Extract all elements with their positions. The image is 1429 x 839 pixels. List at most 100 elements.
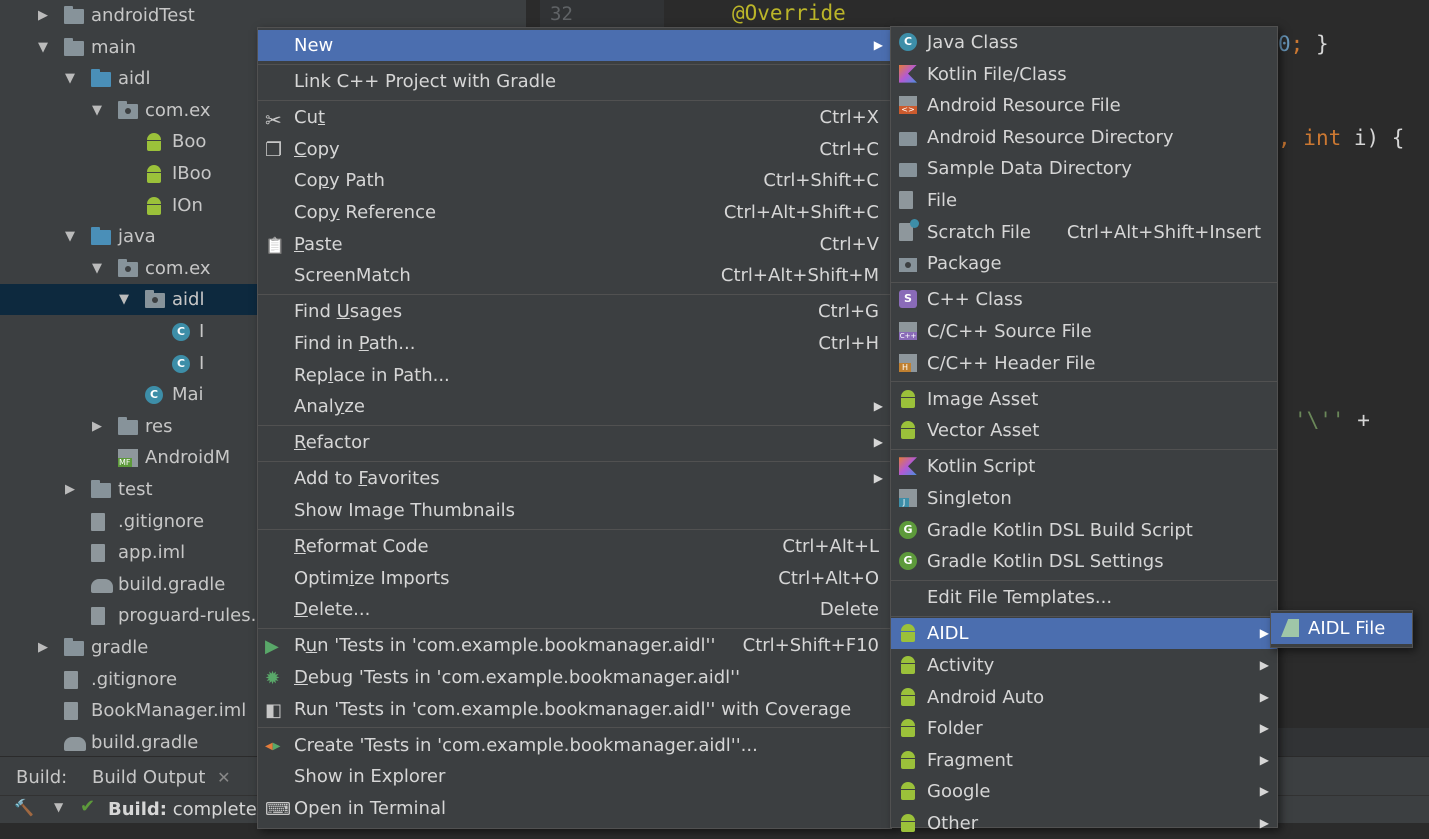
menu-item-label: C/C++ Header File — [927, 352, 1096, 374]
chevron-down-icon[interactable]: ▼ — [92, 253, 106, 284]
chevron-down-icon[interactable]: ▼ — [92, 95, 106, 126]
new-item-c-class[interactable]: S C++ Class — [891, 284, 1277, 315]
menu-item-cut[interactable]: ✂ Cut Ctrl+X — [258, 102, 891, 133]
menu-item-find-usages[interactable]: Find Usages Ctrl+G — [258, 296, 891, 327]
chevron-down-icon[interactable]: ▼ — [119, 284, 133, 315]
new-item-package[interactable]: Package — [891, 248, 1277, 279]
new-item-c-c-header-file[interactable]: C/C++ Header File — [891, 348, 1277, 379]
menu-item-copy-path[interactable]: Copy Path Ctrl+Shift+C — [258, 165, 891, 196]
close-icon[interactable]: ✕ — [217, 768, 230, 787]
menu-item-label: Cut — [294, 107, 326, 129]
android-icon — [899, 624, 917, 643]
chevron-right-icon[interactable]: ▶ — [38, 0, 52, 31]
new-item-aidl[interactable]: AIDL ▶ — [891, 618, 1277, 650]
menu-item-label: Other — [927, 812, 979, 834]
code-annotation: @Override — [732, 1, 846, 25]
menu-item-create-tests-in-com-example-bookmanager-aidl[interactable]: ◀▶ Create 'Tests in 'com.example.bookmana… — [258, 730, 891, 761]
chevron-right-icon[interactable]: ▶ — [65, 474, 79, 505]
menu-item-link-c-project-with-gradle[interactable]: Link C++ Project with Gradle — [258, 66, 891, 97]
android-icon — [899, 655, 917, 674]
menu-item-label: Gradle Kotlin DSL Settings — [927, 551, 1164, 573]
chevron-right-icon: ▶ — [1259, 626, 1269, 641]
new-item-activity[interactable]: Activity ▶ — [891, 650, 1277, 681]
new-item-kotlin-script[interactable]: Kotlin Script — [891, 451, 1277, 482]
menu-item-delete[interactable]: Delete... Delete — [258, 594, 891, 625]
menu-item-add-to-favorites[interactable]: Add to Favorites ▶ — [258, 463, 891, 494]
menu-item-analyze[interactable]: Analyze ▶ — [258, 391, 891, 422]
chevron-down-icon[interactable]: ▼ — [54, 800, 63, 814]
new-item-file[interactable]: File — [891, 185, 1277, 216]
new-item-kotlin-file-class[interactable]: Kotlin File/Class — [891, 59, 1277, 90]
new-item-android-resource-directory[interactable]: Android Resource Directory — [891, 122, 1277, 153]
new-item-sample-data-directory[interactable]: Sample Data Directory — [891, 153, 1277, 184]
menu-item-find-in-path[interactable]: Find in Path... Ctrl+H — [258, 328, 891, 359]
new-item-gradle-kotlin-dsl-settings[interactable]: G Gradle Kotlin DSL Settings — [891, 546, 1277, 577]
package-icon — [145, 290, 165, 309]
menu-item-copy-reference[interactable]: Copy Reference Ctrl+Alt+Shift+C — [258, 197, 891, 228]
aidl-item-aidl-file[interactable]: AIDL File — [1271, 613, 1412, 644]
menu-separator — [258, 528, 891, 530]
menu-item-screenmatch[interactable]: ScreenMatch Ctrl+Alt+Shift+M — [258, 260, 891, 291]
new-item-singleton[interactable]: Singleton — [891, 483, 1277, 514]
menu-item-label: Find Usages — [294, 301, 403, 323]
menu-item-label: Run 'Tests in 'com.example.bookmanager.a… — [294, 698, 852, 720]
tree-item-label: .gitignore — [91, 668, 178, 690]
android-icon — [145, 165, 163, 183]
menu-item-run-tests-in-com-example-bookmanager-aidl[interactable]: ▶ Run 'Tests in 'com.example.bookmanager.… — [258, 630, 891, 661]
menu-item-label: Android Resource Directory — [927, 126, 1174, 148]
new-item-android-auto[interactable]: Android Auto ▶ — [891, 682, 1277, 713]
new-item-other[interactable]: Other ▶ — [891, 808, 1277, 839]
chevron-right-icon[interactable]: ▶ — [38, 632, 52, 663]
menu-item-label: File — [927, 190, 958, 211]
tree-item-label: build.gradle — [118, 573, 226, 595]
tree-item-label: gradle — [91, 637, 149, 658]
tree-item-label: AndroidM — [145, 447, 231, 469]
new-submenu: C Java Class Kotlin File/Class Android Reso… — [890, 26, 1278, 834]
menu-item-paste[interactable]: 📋 Paste Ctrl+V — [258, 229, 891, 260]
menu-item-label: Paste — [294, 233, 343, 255]
menu-item-label: Edit File Templates... — [927, 587, 1113, 609]
new-item-c-c-source-file[interactable]: C/C++ Source File — [891, 316, 1277, 347]
new-item-gradle-kotlin-dsl-build-script[interactable]: G Gradle Kotlin DSL Build Script — [891, 515, 1277, 546]
menu-item-label: C/C++ Source File — [927, 320, 1092, 342]
kotlin-icon — [899, 64, 917, 83]
chevron-down-icon[interactable]: ▼ — [65, 63, 79, 94]
code-fragment-1: 0; } — [1278, 32, 1329, 56]
new-item-folder[interactable]: Folder ▶ — [891, 713, 1277, 744]
menu-item-run-tests-in-com-example-bookmanager-aidl-with-coverage[interactable]: ◧ Run 'Tests in 'com.example.bookmanager.… — [258, 694, 891, 725]
menu-item-label: ScreenMatch — [294, 265, 411, 287]
menu-item-refactor[interactable]: Refactor ▶ — [258, 427, 891, 458]
new-item-google[interactable]: Google ▶ — [891, 776, 1277, 807]
manifest-icon — [118, 449, 138, 468]
menu-item-open-in-terminal[interactable]: ⌨ Open in Terminal — [258, 793, 891, 824]
folder-icon — [899, 163, 917, 178]
chevron-down-icon[interactable]: ▼ — [38, 32, 52, 63]
build-output-tab[interactable]: Build Output ✕ — [92, 763, 231, 793]
new-item-fragment[interactable]: Fragment ▶ — [891, 745, 1277, 776]
chevron-down-icon[interactable]: ▼ — [65, 221, 79, 252]
menu-item-copy[interactable]: ❐ Copy Ctrl+C — [258, 134, 891, 165]
new-item-android-resource-file[interactable]: Android Resource File — [891, 90, 1277, 121]
hammer-icon[interactable]: 🔨 — [14, 798, 34, 817]
menu-item-new[interactable]: New ▶ — [258, 30, 891, 61]
new-item-image-asset[interactable]: Image Asset — [891, 384, 1277, 415]
new-item-scratch-file[interactable]: Scratch File Ctrl+Alt+Shift+Insert — [891, 217, 1277, 248]
folder-icon — [64, 6, 84, 24]
menu-separator — [258, 293, 891, 295]
menu-item-replace-in-path[interactable]: Replace in Path... — [258, 360, 891, 391]
menu-separator — [891, 579, 1277, 581]
new-item-edit-file-templates[interactable]: Edit File Templates... — [891, 582, 1277, 613]
menu-item-show-in-explorer[interactable]: Show in Explorer — [258, 761, 891, 792]
menu-item-debug-tests-in-com-example-bookmanager-aidl[interactable]: ✹ Debug 'Tests in 'com.example.bookmanage… — [258, 662, 891, 693]
new-item-vector-asset[interactable]: Vector Asset — [891, 415, 1277, 446]
class-icon: C — [172, 323, 190, 341]
new-item-java-class[interactable]: C Java Class — [891, 27, 1277, 58]
menu-item-show-image-thumbnails[interactable]: Show Image Thumbnails — [258, 495, 891, 526]
file-icon — [64, 702, 78, 721]
chevron-right-icon[interactable]: ▶ — [92, 411, 106, 442]
menu-item-optimize-imports[interactable]: Optimize Imports Ctrl+Alt+O — [258, 563, 891, 594]
menu-separator — [258, 627, 891, 629]
folder-icon — [899, 131, 917, 146]
tree-item-label: test — [118, 479, 153, 500]
menu-item-reformat-code[interactable]: Reformat Code Ctrl+Alt+L — [258, 531, 891, 562]
